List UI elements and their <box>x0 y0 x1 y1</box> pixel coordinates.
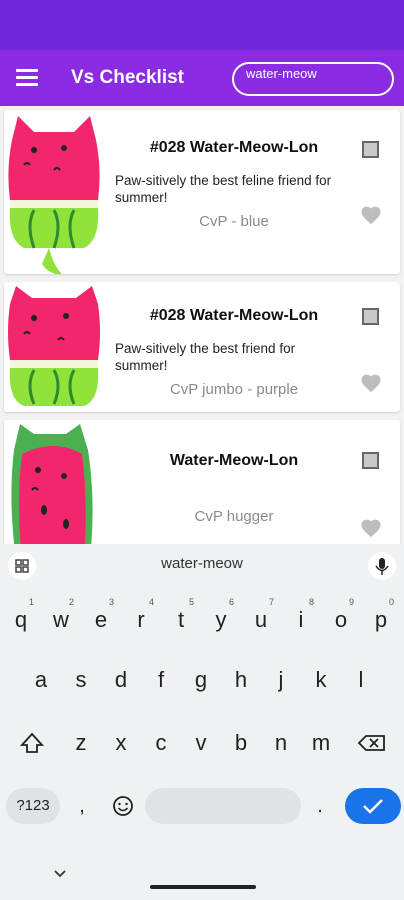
key-m[interactable]: m <box>304 721 338 765</box>
menu-icon[interactable] <box>16 69 38 87</box>
key-d[interactable]: d <box>104 658 138 702</box>
gesture-bar <box>150 885 256 889</box>
key-hint: 7 <box>268 597 274 607</box>
key-r[interactable]: r4 <box>124 597 158 642</box>
key-c[interactable]: c <box>144 721 178 765</box>
item-subtitle: CvP hugger <box>194 508 274 525</box>
emoji-icon[interactable] <box>106 788 140 824</box>
key-hint: 3 <box>108 597 114 607</box>
key-w[interactable]: w2 <box>44 597 78 642</box>
key-p[interactable]: p0 <box>364 597 398 642</box>
key-v[interactable]: v <box>184 721 218 765</box>
key-hint: 2 <box>68 597 74 607</box>
key-u[interactable]: u7 <box>244 597 278 642</box>
item-image <box>8 286 100 406</box>
shift-icon[interactable] <box>14 725 50 761</box>
suggestion-bar: water-meow <box>0 544 404 586</box>
heart-icon[interactable] <box>360 518 382 538</box>
key-hint: 6 <box>228 597 234 607</box>
heart-icon[interactable] <box>360 373 382 393</box>
spacebar[interactable] <box>145 788 301 824</box>
app-title: Vs Checklist <box>71 67 184 88</box>
item-title: #028 Water-Meow-Lon <box>149 307 319 324</box>
key-j[interactable]: j <box>264 658 298 702</box>
key-o[interactable]: o9 <box>324 597 358 642</box>
key-i[interactable]: i8 <box>284 597 318 642</box>
chevron-down-icon[interactable] <box>52 868 68 880</box>
key-x[interactable]: x <box>104 721 138 765</box>
enter-check-icon[interactable] <box>345 788 401 824</box>
keyboard: water-meow q1w2e3r4t5y6u7i8o9p0 asdfghjkl… <box>0 544 404 900</box>
key-a[interactable]: a <box>24 658 58 702</box>
suggestion-word[interactable]: water-meow <box>0 555 404 572</box>
item-description: Paw-sitively the best friend for summer! <box>115 341 296 373</box>
backspace-icon[interactable] <box>354 725 390 761</box>
item-subtitle: CvP - blue <box>199 213 269 230</box>
key-f[interactable]: f <box>144 658 178 702</box>
heart-icon[interactable] <box>360 205 382 225</box>
app-bar: Vs Checklist water-meow <box>0 50 404 106</box>
key-y[interactable]: y6 <box>204 597 238 642</box>
item-image <box>11 424 93 544</box>
key-e[interactable]: e3 <box>84 597 118 642</box>
key-hint: 5 <box>188 597 194 607</box>
key-z[interactable]: z <box>64 721 98 765</box>
checkbox-icon[interactable] <box>362 141 379 158</box>
period-key[interactable]: . <box>308 788 332 824</box>
status-bar <box>0 0 404 50</box>
list-item[interactable]: Water-Meow-Lon CvP hugger <box>4 420 400 544</box>
checkbox-icon[interactable] <box>362 452 379 469</box>
key-l[interactable]: l <box>344 658 378 702</box>
key-hint: 9 <box>348 597 354 607</box>
key-n[interactable]: n <box>264 721 298 765</box>
key-g[interactable]: g <box>184 658 218 702</box>
key-t[interactable]: t5 <box>164 597 198 642</box>
key-h[interactable]: h <box>224 658 258 702</box>
item-title: #028 Water-Meow-Lon <box>149 139 319 156</box>
symbols-key[interactable]: ?123 <box>6 788 60 824</box>
key-k[interactable]: k <box>304 658 338 702</box>
item-title: Water-Meow-Lon <box>169 452 299 469</box>
key-q[interactable]: q1 <box>4 597 38 642</box>
item-list: #028 Water-Meow-Lon Paw-sitively the bes… <box>0 106 404 544</box>
list-item[interactable]: #028 Water-Meow-Lon Paw-sitively the bes… <box>4 282 400 412</box>
list-item[interactable]: #028 Water-Meow-Lon Paw-sitively the bes… <box>4 110 400 274</box>
item-subtitle: CvP jumbo - purple <box>169 381 299 398</box>
key-hint: 8 <box>308 597 314 607</box>
key-b[interactable]: b <box>224 721 258 765</box>
mic-icon[interactable] <box>368 552 396 580</box>
key-hint: 4 <box>148 597 154 607</box>
item-image <box>8 116 100 274</box>
search-input[interactable]: water-meow <box>232 62 394 96</box>
comma-key[interactable]: , <box>70 788 94 824</box>
checkbox-icon[interactable] <box>362 308 379 325</box>
item-description: Paw-sitively the best feline friend for … <box>115 173 332 205</box>
key-hint: 1 <box>28 597 34 607</box>
key-hint: 0 <box>388 597 394 607</box>
key-s[interactable]: s <box>64 658 98 702</box>
